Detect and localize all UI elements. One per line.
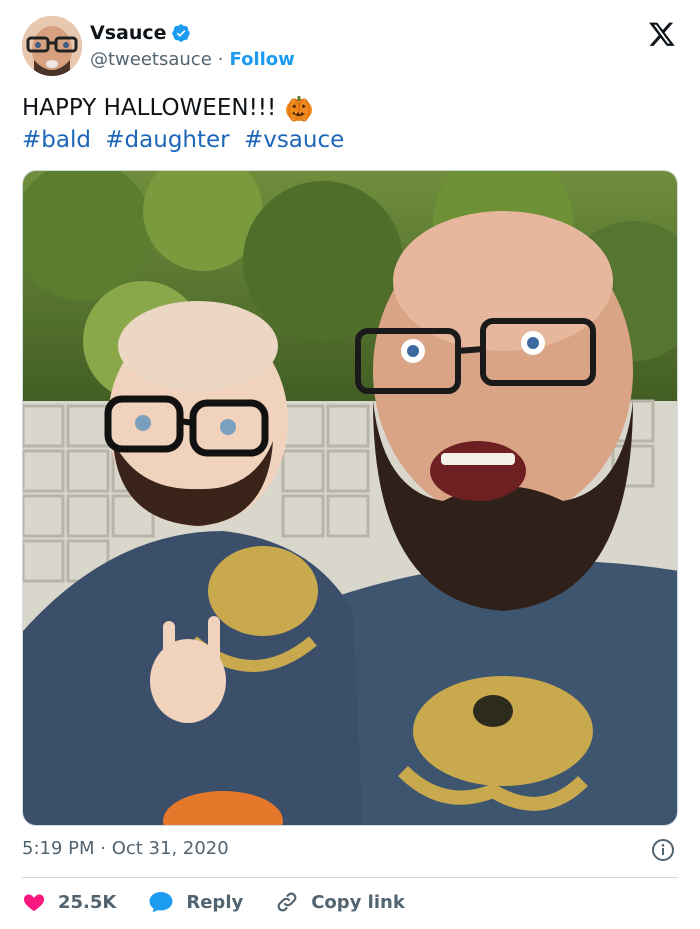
tweet-text-line: HAPPY HALLOWEEN!!! [22,92,682,124]
hashtag-bald[interactable]: #bald [22,127,91,153]
copy-link-button[interactable]: Copy link [275,890,405,914]
x-logo-icon[interactable] [648,20,676,48]
avatar[interactable] [22,16,82,76]
like-count: 25.5K [58,891,117,913]
display-name[interactable]: Vsauce [90,22,167,44]
reply-button[interactable]: Reply [148,890,243,914]
copy-link-label: Copy link [311,891,405,913]
reply-label: Reply [186,891,244,913]
handle[interactable]: @tweetsauce [90,49,212,70]
separator-dot: · [217,49,224,70]
reply-bubble-icon [149,892,173,913]
info-icon[interactable] [651,838,675,862]
tweet-timestamp[interactable]: 5:19 PM · Oct 31, 2020 [22,838,229,859]
tweet-text: HAPPY HALLOWEEN!!! [22,95,277,121]
hashtags: #bald #daughter #vsauce [22,124,682,156]
pumpkin-icon [286,96,313,122]
heart-icon [23,894,45,911]
tweet-body: HAPPY HALLOWEEN!!! #bald #daughter #vsau… [22,92,682,156]
hashtag-vsauce[interactable]: #vsauce [244,127,344,153]
link-icon [277,892,297,912]
like-button[interactable]: 25.5K [22,890,116,914]
tweet-header: Vsauce @tweetsauce · Follow [22,16,682,78]
follow-button[interactable]: Follow [230,49,295,70]
tweet-photo[interactable] [22,170,678,826]
divider [22,877,678,878]
verified-badge-icon [171,24,190,42]
hashtag-daughter[interactable]: #daughter [105,127,229,153]
tweet-actions: 25.5K Reply Copy link [22,886,437,918]
handle-row: @tweetsauce · Follow [90,49,295,70]
name-row: Vsauce [90,22,191,44]
